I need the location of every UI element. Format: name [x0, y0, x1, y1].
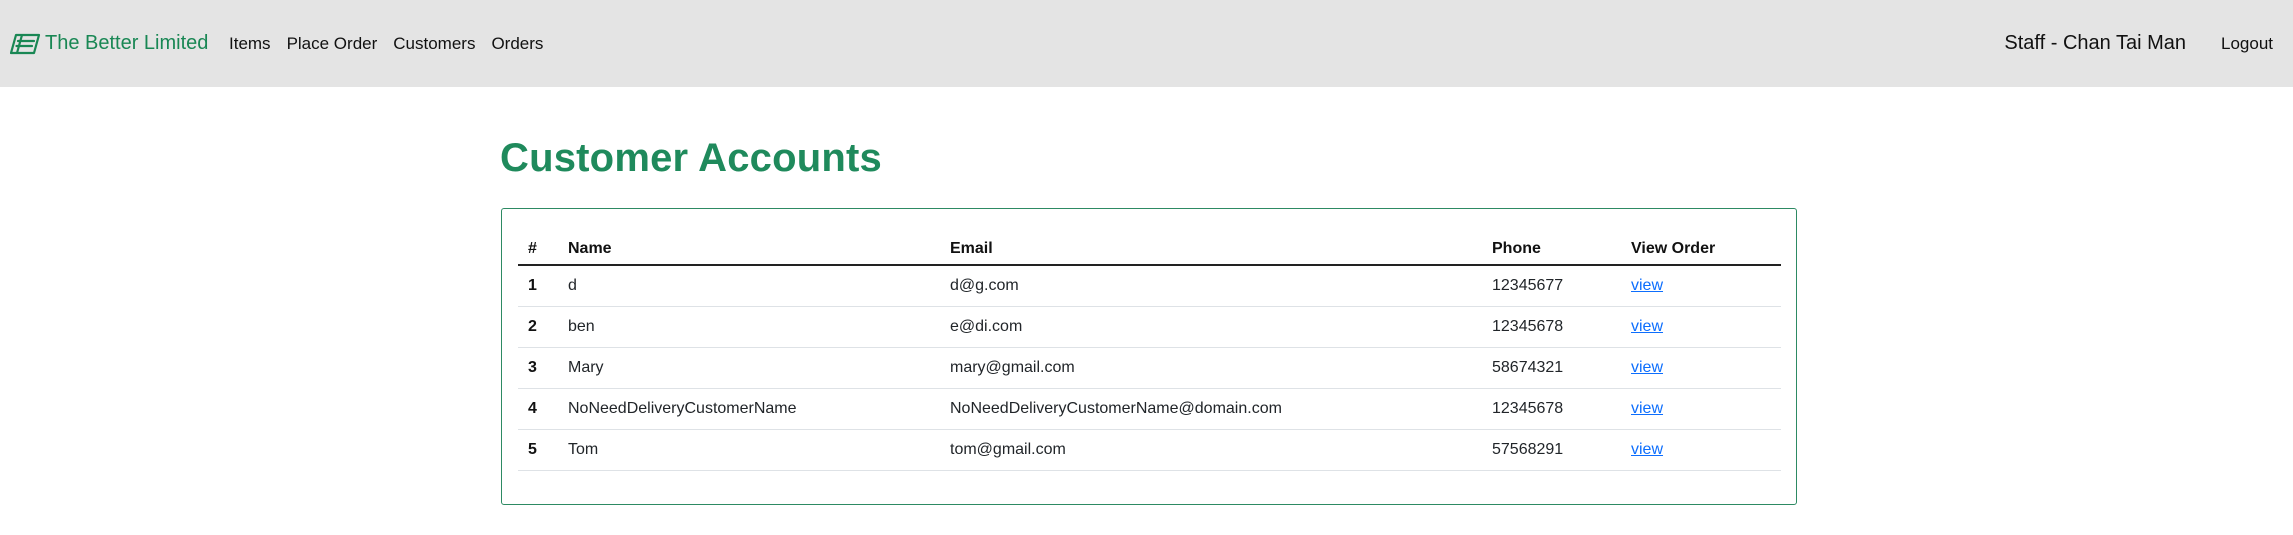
- customer-name: ben: [568, 306, 950, 348]
- customer-email: NoNeedDeliveryCustomerName@domain.com: [950, 388, 1492, 430]
- table-header-row: # Name Email Phone View Order: [518, 227, 1781, 266]
- row-number: 3: [518, 347, 568, 389]
- table-row: 5 Tom tom@gmail.com 57568291 view: [518, 429, 1781, 471]
- view-order-link[interactable]: view: [1631, 359, 1663, 376]
- customer-table-card: # Name Email Phone View Order 1 d d@g.co…: [501, 208, 1797, 505]
- staff-name: Staff - Chan Tai Man: [2004, 32, 2186, 54]
- nav-items-link[interactable]: Items: [229, 34, 271, 54]
- table-row: 2 ben e@di.com 12345678 view: [518, 306, 1781, 348]
- row-number: 1: [518, 265, 568, 307]
- customer-name: Mary: [568, 347, 950, 389]
- customer-phone: 58674321: [1492, 347, 1631, 389]
- table-row: 4 NoNeedDeliveryCustomerName NoNeedDeliv…: [518, 388, 1781, 430]
- customer-email: mary@gmail.com: [950, 347, 1492, 389]
- brand-link[interactable]: The Better Limited: [9, 0, 209, 87]
- table-row: 1 d d@g.com 12345677 view: [518, 265, 1781, 307]
- customer-name: NoNeedDeliveryCustomerName: [568, 388, 950, 430]
- header-email: Email: [950, 227, 1492, 266]
- header-number: #: [518, 227, 568, 266]
- user-area: Staff - Chan Tai Man Logout: [2004, 0, 2293, 87]
- customer-phone: 12345678: [1492, 388, 1631, 430]
- customer-email: tom@gmail.com: [950, 429, 1492, 471]
- main-nav: Items Place Order Customers Orders: [229, 0, 559, 87]
- brand-name: The Better Limited: [45, 32, 209, 54]
- nav-orders-link[interactable]: Orders: [491, 34, 543, 54]
- logout-link[interactable]: Logout: [2221, 34, 2273, 54]
- view-order-link[interactable]: view: [1631, 400, 1663, 417]
- row-number: 2: [518, 306, 568, 348]
- header-phone: Phone: [1492, 227, 1631, 266]
- row-number: 5: [518, 429, 568, 471]
- customer-phone: 12345677: [1492, 265, 1631, 307]
- nav-place-order-link[interactable]: Place Order: [287, 34, 378, 54]
- view-order-link[interactable]: view: [1631, 441, 1663, 458]
- customer-phone: 12345678: [1492, 306, 1631, 348]
- header-view-order: View Order: [1631, 227, 1781, 266]
- page-title: Customer Accounts: [500, 136, 882, 180]
- row-number: 4: [518, 388, 568, 430]
- header-name: Name: [568, 227, 950, 266]
- customer-name: Tom: [568, 429, 950, 471]
- customer-table: # Name Email Phone View Order 1 d d@g.co…: [518, 227, 1781, 471]
- customer-email: d@g.com: [950, 265, 1492, 307]
- view-order-link[interactable]: view: [1631, 277, 1663, 294]
- brand-logo-icon: [9, 32, 41, 56]
- view-order-link[interactable]: view: [1631, 318, 1663, 335]
- customer-phone: 57568291: [1492, 429, 1631, 471]
- customer-name: d: [568, 265, 950, 307]
- top-navbar: The Better Limited Items Place Order Cus…: [0, 0, 2293, 87]
- customer-email: e@di.com: [950, 306, 1492, 348]
- nav-customers-link[interactable]: Customers: [393, 34, 475, 54]
- table-row: 3 Mary mary@gmail.com 58674321 view: [518, 347, 1781, 389]
